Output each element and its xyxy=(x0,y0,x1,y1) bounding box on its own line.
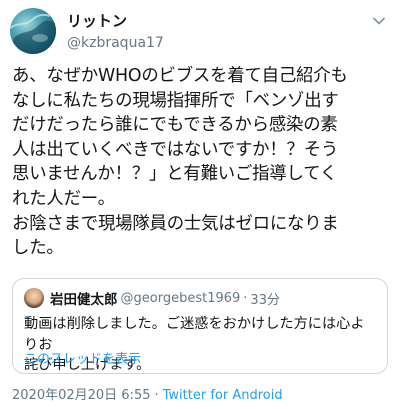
tweet-meta: 2020年02月20日 6:55 · Twitter for Android xyxy=(12,388,283,404)
author-handle[interactable]: @kzbraqua17 xyxy=(67,34,164,52)
author-block: リットン @kzbraqua17 xyxy=(67,11,164,52)
tweet: リットン @kzbraqua17 あ、なぜかWHOのビブスを着て自己紹介も なし… xyxy=(0,0,400,409)
tweet-source-link[interactable]: Twitter for Android xyxy=(163,388,283,403)
quoted-author-handle: @georgebest1969 xyxy=(120,290,241,306)
tweet-text: あ、なぜかWHOのビブスを着て自己紹介も なしに私たちの現場指揮所で「ベンゾ出す… xyxy=(12,64,392,261)
meta-separator: · xyxy=(154,388,159,403)
quoted-tweet[interactable]: 岩田健太郎 @georgebest1969 · 33分 動画は削除しました。ご迷… xyxy=(12,278,388,374)
quoted-tweet-header: 岩田健太郎 @georgebest1969 · 33分 xyxy=(24,288,280,308)
quoted-author-avatar xyxy=(24,288,44,308)
author-display-name[interactable]: リットン xyxy=(67,11,164,31)
tweet-text-content: あ、なぜかWHOのビブスを着て自己紹介も なしに私たちの現場指揮所で「ベンゾ出す… xyxy=(12,66,348,259)
quoted-time: 33分 xyxy=(250,292,280,308)
tweet-timestamp[interactable]: 2020年02月20日 6:55 xyxy=(12,388,151,403)
chevron-down-icon[interactable] xyxy=(370,12,388,30)
quoted-author-name: 岩田健太郎 xyxy=(50,292,118,308)
show-thread-link[interactable]: このスレッドを表示 xyxy=(24,352,141,368)
quoted-separator: · xyxy=(243,290,248,306)
author-avatar[interactable] xyxy=(10,8,56,54)
